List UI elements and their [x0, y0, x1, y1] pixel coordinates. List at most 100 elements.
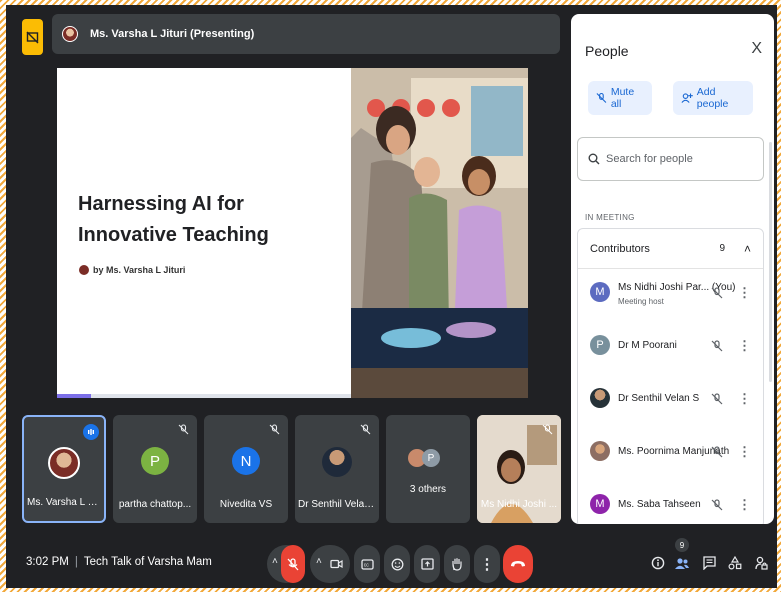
tile-presenter[interactable]: Ms. Varsha L Jit... [22, 415, 106, 523]
mic-toggle-button[interactable] [281, 545, 305, 583]
slide-classroom-photo [351, 68, 528, 398]
mic-off-icon [267, 422, 281, 436]
mute-all-button[interactable]: Mute all [588, 81, 652, 115]
leave-call-button[interactable] [503, 545, 533, 583]
svg-text:cc: cc [363, 562, 369, 568]
mic-off-icon [358, 422, 372, 436]
participant-role: Meeting host [618, 297, 664, 306]
participant-name: Dr M Poorani [618, 340, 677, 351]
people-icon [675, 557, 689, 569]
participant-row[interactable]: M Ms. Saba Tahseen ⋮ [578, 481, 763, 524]
others-avatar-initial: P [422, 449, 440, 467]
tile-label: Dr Senthil Velan S [298, 499, 379, 510]
captions-icon: cc [360, 558, 374, 570]
participant-row[interactable]: Dr Senthil Velan S ⋮ [578, 375, 763, 428]
search-people-input[interactable]: Search for people [577, 137, 764, 181]
meeting-info: 3:02 PM | Tech Talk of Varsha Mam [26, 556, 212, 568]
slide-progress [57, 394, 351, 398]
presenter-bar: Ms. Varsha L Jituri (Presenting) [52, 14, 560, 54]
participant-avatar [590, 441, 610, 461]
tile-others[interactable]: P 3 others [386, 415, 470, 523]
in-meeting-heading: IN MEETING [585, 213, 635, 222]
contributors-list: Contributors 9 ˄ M Ms Nidhi Joshi Par...… [577, 228, 764, 524]
tile-avatar [48, 447, 80, 479]
current-time: 3:02 PM [26, 556, 69, 568]
byline-avatar [79, 265, 89, 275]
add-people-button[interactable]: Add people [673, 81, 753, 115]
mute-all-label: Mute all [610, 86, 635, 110]
participant-row[interactable]: P Dr M Poorani ⋮ [578, 322, 763, 375]
mic-off-icon [596, 92, 607, 103]
lock-person-icon [754, 556, 768, 570]
more-options-icon[interactable]: ⋮ [738, 444, 751, 460]
presentation-indicator[interactable] [22, 19, 43, 55]
chat-button[interactable] [698, 551, 720, 575]
chevron-up-icon[interactable]: ˄ [316, 556, 322, 567]
emoji-icon [391, 558, 403, 570]
participant-avatar: P [590, 335, 610, 355]
tile-participant[interactable]: Dr Senthil Velan S [295, 415, 379, 523]
participant-avatar [590, 388, 610, 408]
meeting-title: Tech Talk of Varsha Mam [83, 556, 212, 568]
more-vert-icon: ⋮ [479, 556, 495, 573]
hang-up-icon [511, 561, 525, 567]
more-options-icon[interactable]: ⋮ [738, 391, 751, 407]
tile-participant[interactable]: N Nivedita VS [204, 415, 288, 523]
more-options-icon[interactable]: ⋮ [738, 497, 751, 513]
close-panel-button[interactable]: X [751, 40, 762, 58]
more-options-icon[interactable]: ⋮ [738, 285, 751, 301]
camera-control[interactable]: ˄ [310, 545, 350, 583]
tile-participant-video[interactable]: Ms Nidhi Joshi ... [477, 415, 561, 523]
mic-off-icon [711, 445, 723, 463]
panel-scrollbar[interactable] [769, 142, 772, 382]
microphone-control[interactable]: ˄ [267, 545, 305, 583]
captions-button[interactable]: cc [354, 545, 380, 583]
camera-icon [330, 559, 343, 569]
tile-avatar [322, 447, 352, 477]
info-icon [651, 556, 665, 570]
reactions-button[interactable] [384, 545, 410, 583]
contributors-header[interactable]: Contributors 9 ˄ [578, 229, 763, 269]
activities-button[interactable] [724, 551, 746, 575]
slide-title: Harnessing AI for Innovative Teaching [78, 193, 269, 246]
contributors-count: 9 [719, 243, 725, 254]
search-placeholder: Search for people [606, 153, 693, 165]
tile-participant[interactable]: P partha chattop... [113, 415, 197, 523]
tile-label: Ms Nidhi Joshi ... [480, 499, 558, 510]
participant-name: Dr Senthil Velan S [618, 393, 700, 404]
speaking-icon [83, 424, 99, 440]
presenter-name: Ms. Varsha L Jituri (Presenting) [90, 28, 255, 40]
participant-row[interactable]: M Ms Nidhi Joshi Par... (You) Meeting ho… [578, 269, 763, 322]
add-people-label: Add people [696, 86, 729, 110]
tile-label: Ms. Varsha L Jit... [27, 497, 104, 508]
tile-label: 3 others [409, 484, 447, 495]
present-button[interactable] [414, 545, 440, 583]
contributors-label: Contributors [590, 242, 650, 255]
meeting-details-button[interactable] [647, 551, 669, 575]
raise-hand-button[interactable] [444, 545, 470, 583]
presenter-avatar [62, 26, 78, 42]
hand-icon [452, 558, 462, 571]
tile-avatar: N [232, 447, 260, 475]
panel-title: People [585, 43, 629, 59]
tile-label: Nivedita VS [219, 499, 273, 510]
chevron-up-icon[interactable]: ˄ [272, 556, 278, 567]
people-button[interactable]: 9 [671, 538, 693, 575]
people-panel: People X Mute all Add people Search for … [571, 14, 774, 524]
present-off-icon [26, 31, 39, 43]
mic-off-icon [711, 339, 723, 357]
mic-off-icon [540, 422, 554, 436]
participant-row[interactable]: Ms. Poornima Manjunath ⋮ [578, 428, 763, 481]
present-screen-icon [420, 558, 434, 570]
mic-off-icon [176, 422, 190, 436]
mic-off-icon [711, 498, 723, 516]
more-options-icon[interactable]: ⋮ [738, 338, 751, 354]
search-icon [588, 153, 600, 165]
host-controls-button[interactable] [750, 551, 772, 575]
people-count-badge: 9 [675, 538, 689, 552]
chevron-up-icon: ˄ [743, 241, 751, 256]
participant-avatar: M [590, 282, 610, 302]
more-options-button[interactable]: ⋮ [474, 545, 500, 583]
participant-name: Ms. Saba Tahseen [618, 499, 701, 510]
add-person-icon [681, 93, 693, 103]
